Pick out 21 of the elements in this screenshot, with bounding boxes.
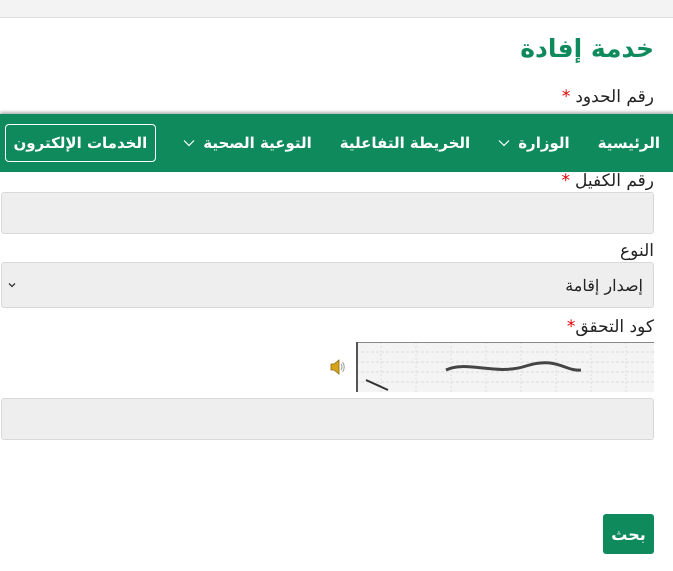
- required-mark: *: [566, 318, 576, 336]
- chevron-down-icon: [8, 282, 16, 288]
- field-label: النوع: [620, 242, 654, 260]
- input-field[interactable]: [1, 192, 654, 234]
- required-mark: *: [562, 88, 570, 106]
- input-field[interactable]: [1, 398, 654, 440]
- page-title: خدمة إفادة: [519, 33, 654, 65]
- nav-link[interactable]: الخدمات الإلكترون: [4, 124, 156, 162]
- nav-link[interactable]: الخريطة التفاعلية: [338, 133, 472, 153]
- search-button[interactable]: بحث: [603, 514, 654, 554]
- nav-link[interactable]: التوعية الصحية: [182, 133, 313, 153]
- field-label: رقم الكفيل: [575, 172, 654, 190]
- nav-link[interactable]: الرئيسية: [596, 133, 661, 153]
- select-field[interactable]: إصدار إقامة: [1, 262, 654, 308]
- chevron-down-icon: [498, 139, 510, 147]
- field-label: كود التحقق: [575, 318, 654, 336]
- required-mark: *: [562, 172, 570, 190]
- chevron-down-icon: [183, 139, 196, 147]
- speaker-icon[interactable]: [329, 358, 347, 376]
- field-label: رقم الحدود: [575, 88, 654, 106]
- nav-link[interactable]: الوزارة: [497, 133, 571, 153]
